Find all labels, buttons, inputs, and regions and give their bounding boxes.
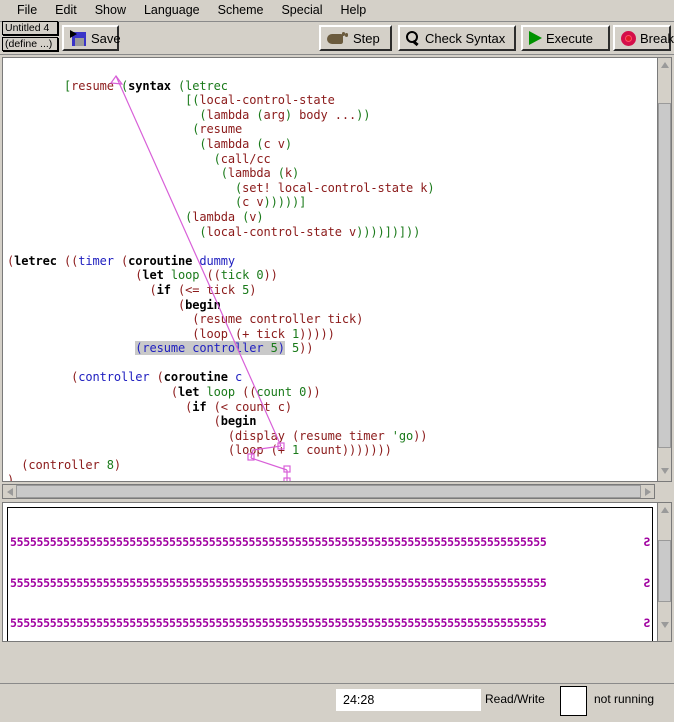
- tab-file-name[interactable]: Untitled 4: [2, 21, 58, 35]
- step-button-label: Step: [353, 30, 380, 46]
- execute-button-label: Execute: [546, 30, 593, 46]
- menu-item-edit[interactable]: Edit: [46, 2, 86, 19]
- definitions-horizontal-scrollbar[interactable]: [2, 484, 655, 499]
- red-stop-octagon-icon: [621, 30, 636, 46]
- interactions-scroll-down-arrow-icon[interactable]: [658, 618, 671, 631]
- interactions-scroll-thumb[interactable]: [658, 540, 671, 602]
- wrap-marker-icon: Ƨ: [643, 535, 650, 549]
- step-button[interactable]: Step: [319, 25, 392, 51]
- footprint-icon: [327, 31, 349, 46]
- definitions-pane: [resume (syntax (letrec [(local-control-…: [2, 57, 672, 482]
- scroll-left-arrow-icon[interactable]: [3, 485, 16, 498]
- scroll-up-arrow-icon[interactable]: [658, 58, 671, 71]
- green-play-triangle-icon: [529, 31, 542, 45]
- menu-item-scheme[interactable]: Scheme: [209, 2, 273, 19]
- cursor-position-field[interactable]: 24:28: [336, 689, 481, 711]
- tab-definition-selector[interactable]: (define ...): [2, 37, 58, 51]
- check-syntax-button[interactable]: Check Syntax: [398, 25, 516, 51]
- execute-button[interactable]: Execute: [521, 25, 610, 51]
- menu-item-special[interactable]: Special: [272, 2, 331, 19]
- check-syntax-button-label: Check Syntax: [425, 30, 506, 46]
- definitions-scroll-thumb[interactable]: [658, 103, 671, 448]
- menu-bar: File Edit Show Language Scheme Special H…: [0, 0, 674, 22]
- save-button[interactable]: Save: [62, 25, 121, 51]
- scroll-right-arrow-icon[interactable]: [641, 485, 654, 498]
- interactions-pane[interactable]: 5555555555555555555555555555555555555555…: [2, 502, 657, 642]
- floppy-disk-icon: [70, 29, 87, 47]
- break-button-label: Break: [640, 30, 674, 46]
- definitions-tab-selector[interactable]: Untitled 4 (define ...): [2, 21, 58, 53]
- interactions-scroll-up-arrow-icon[interactable]: [658, 503, 671, 516]
- output-line: 5555555555555555555555555555555555555555…: [10, 535, 650, 549]
- menu-item-file[interactable]: File: [8, 2, 46, 19]
- wrap-marker-icon: Ƨ: [643, 575, 650, 590]
- toolbar: Untitled 4 (define ...) Save Step Check …: [0, 21, 674, 55]
- save-button-label: Save: [91, 30, 121, 46]
- lock-indicator[interactable]: [560, 686, 587, 716]
- run-state-label: not running: [594, 692, 655, 706]
- definitions-vertical-scrollbar[interactable]: [657, 57, 672, 482]
- definitions-hscroll-thumb[interactable]: [16, 485, 641, 498]
- definitions-editor[interactable]: [resume (syntax (letrec [(local-control-…: [2, 57, 657, 482]
- interactions-vertical-scrollbar[interactable]: [657, 502, 672, 642]
- access-mode-label: Read/Write: [485, 692, 545, 706]
- menu-item-language[interactable]: Language: [135, 2, 209, 19]
- break-button[interactable]: Break: [613, 25, 674, 51]
- menu-item-show[interactable]: Show: [86, 2, 135, 19]
- scroll-down-arrow-icon[interactable]: [658, 464, 671, 477]
- output-line: 5555555555555555555555555555555555555555…: [10, 616, 650, 630]
- magnifier-icon: [406, 30, 421, 46]
- output-line: 5555555555555555555555555555555555555555…: [10, 575, 650, 590]
- program-output-box: 5555555555555555555555555555555555555555…: [7, 507, 653, 641]
- wrap-marker-icon: Ƨ: [643, 616, 650, 630]
- menu-item-help[interactable]: Help: [331, 2, 375, 19]
- scheme-source-code[interactable]: [resume (syntax (letrec [(local-control-…: [3, 58, 657, 481]
